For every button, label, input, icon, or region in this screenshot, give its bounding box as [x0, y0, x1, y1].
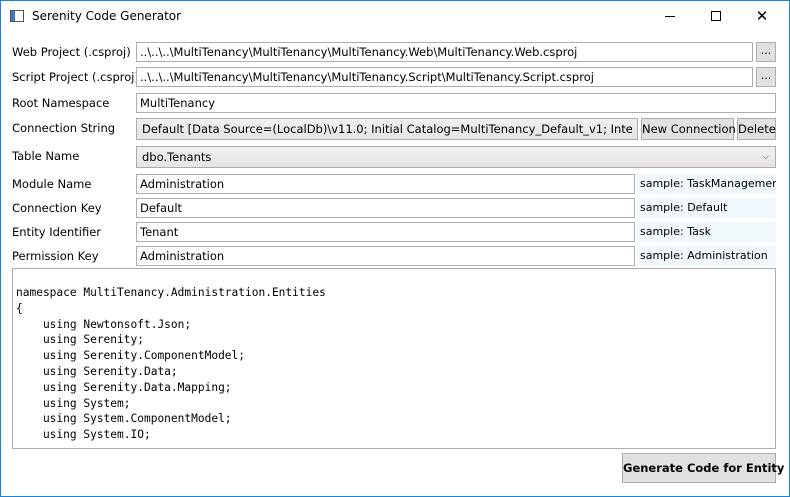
module-name-sample: sample: TaskManagement	[637, 174, 776, 194]
app-window-icon	[10, 10, 24, 22]
close-button[interactable]: ✕	[739, 1, 785, 31]
web-project-label: Web Project (.csproj)	[12, 45, 131, 59]
connection-string-dropdown[interactable]: Default [Data Source=(LocalDb)\v11.0; In…	[136, 118, 638, 140]
table-name-selected: dbo.Tenants	[142, 150, 212, 164]
code-line: using System.IO;	[16, 428, 151, 442]
code-preview-text: namespace MultiTenancy.Administration.En…	[16, 285, 772, 443]
code-line: using Serenity.Data;	[16, 364, 178, 378]
script-project-label: Script Project (.csproj)	[12, 70, 139, 84]
entity-identifier-sample: sample: Task	[637, 222, 776, 242]
close-icon: ✕	[755, 7, 769, 25]
permission-key-label: Permission Key	[12, 249, 99, 263]
script-project-browse-button[interactable]: ...	[756, 67, 776, 87]
code-line: using System.ComponentModel;	[16, 412, 232, 426]
connection-key-sample: sample: Default	[637, 198, 776, 218]
chevron-down-icon: ⌵	[762, 152, 769, 162]
web-project-browse-button[interactable]: ...	[756, 42, 776, 62]
minimize-icon	[665, 16, 675, 17]
code-line: using Serenity.ComponentModel;	[16, 349, 246, 363]
app-window: Serenity Code Generator ✕ Web Project (.…	[0, 0, 790, 497]
code-line: {	[16, 301, 23, 315]
delete-connection-button[interactable]: Delete	[737, 118, 776, 140]
code-line: using Serenity.Data.Mapping;	[16, 380, 232, 394]
minimize-button[interactable]	[647, 1, 693, 31]
code-preview-textarea[interactable]: namespace MultiTenancy.Administration.En…	[12, 268, 776, 449]
connection-string-label: Connection String	[12, 121, 116, 135]
web-project-input[interactable]: ..\..\..\MultiTenancy\MultiTenancy\Multi…	[136, 42, 753, 62]
module-name-label: Module Name	[12, 177, 92, 191]
table-name-dropdown[interactable]: dbo.Tenants ⌵	[136, 146, 776, 168]
title-bar[interactable]: Serenity Code Generator ✕	[1, 1, 789, 31]
window-title: Serenity Code Generator	[32, 9, 182, 23]
code-line: namespace MultiTenancy.Administration.En…	[16, 286, 326, 299]
entity-identifier-label: Entity Identifier	[12, 225, 102, 239]
connection-string-selected: Default [Data Source=(LocalDb)\v11.0; In…	[142, 122, 632, 136]
root-namespace-label: Root Namespace	[12, 96, 110, 110]
code-line: using Serenity;	[16, 333, 144, 347]
chevron-down-icon: ⌵	[624, 124, 631, 134]
maximize-button[interactable]	[693, 1, 739, 31]
script-project-input[interactable]: ..\..\..\MultiTenancy\MultiTenancy\Multi…	[136, 67, 753, 87]
module-name-input[interactable]: Administration	[136, 174, 635, 194]
entity-identifier-input[interactable]: Tenant	[136, 222, 635, 242]
connection-key-input[interactable]: Default	[136, 198, 635, 218]
maximize-icon	[711, 11, 721, 21]
root-namespace-input[interactable]: MultiTenancy	[136, 93, 776, 113]
new-connection-button[interactable]: New Connection	[641, 118, 736, 140]
connection-key-label: Connection Key	[12, 201, 102, 215]
permission-key-sample: sample: Administration	[637, 246, 776, 266]
permission-key-input[interactable]: Administration	[136, 246, 635, 266]
table-name-label: Table Name	[12, 149, 80, 163]
code-line: using System;	[16, 396, 131, 410]
code-line: using Newtonsoft.Json;	[16, 317, 192, 331]
generate-code-button[interactable]: Generate Code for Entity	[622, 453, 784, 483]
